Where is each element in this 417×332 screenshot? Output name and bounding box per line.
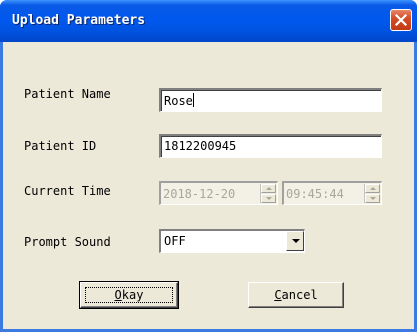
- time-spin-up-button[interactable]: [365, 184, 380, 193]
- current-time-value: 09:45:44: [286, 187, 344, 201]
- dialog-body: Patient Name Rose Patient ID 1812200945 …: [3, 42, 414, 329]
- date-spin-down-button[interactable]: [261, 194, 276, 203]
- cancel-button[interactable]: Cancel: [248, 282, 344, 308]
- close-button[interactable]: [390, 9, 412, 31]
- cancel-label: ancel: [281, 288, 318, 302]
- okay-accelerator: O: [114, 288, 122, 302]
- time-spin-control[interactable]: [364, 184, 380, 203]
- okay-label: kay: [121, 288, 144, 302]
- prompt-sound-select[interactable]: OFF: [159, 229, 305, 253]
- patient-name-label: Patient Name: [24, 87, 111, 101]
- prompt-sound-selected: OFF: [164, 234, 186, 248]
- spin-up-icon: [370, 187, 376, 190]
- patient-id-label: Patient ID: [24, 139, 97, 153]
- patient-id-input[interactable]: 1812200945: [159, 134, 382, 158]
- okay-button[interactable]: Okay: [79, 281, 179, 309]
- date-spin-control[interactable]: [260, 184, 276, 203]
- spin-down-icon: [266, 197, 272, 200]
- upload-parameters-dialog: Upload Parameters Patient Name Rose Pati…: [0, 0, 417, 332]
- text-caret: [192, 93, 194, 107]
- prompt-sound-label: Prompt Sound: [24, 235, 111, 249]
- dialog-title: Upload Parameters: [12, 13, 146, 28]
- cancel-accelerator: C: [274, 288, 282, 302]
- dropdown-button[interactable]: [286, 231, 304, 251]
- date-spin-up-button[interactable]: [261, 184, 276, 193]
- spin-up-icon: [266, 187, 272, 190]
- patient-id-value: 1812200945: [164, 139, 237, 153]
- spin-down-icon: [370, 197, 376, 200]
- current-time-label: Current Time: [24, 184, 111, 198]
- current-date-picker[interactable]: 2018-12-20: [159, 181, 278, 205]
- patient-name-input[interactable]: Rose: [159, 88, 382, 112]
- current-time-picker[interactable]: 09:45:44: [282, 181, 382, 205]
- title-bar[interactable]: Upload Parameters: [0, 0, 417, 42]
- chevron-down-icon: [292, 239, 300, 243]
- current-date-value: 2018-12-20: [163, 187, 236, 201]
- patient-name-value: Rose: [164, 94, 193, 108]
- close-icon: [395, 14, 407, 26]
- time-spin-down-button[interactable]: [365, 194, 380, 203]
